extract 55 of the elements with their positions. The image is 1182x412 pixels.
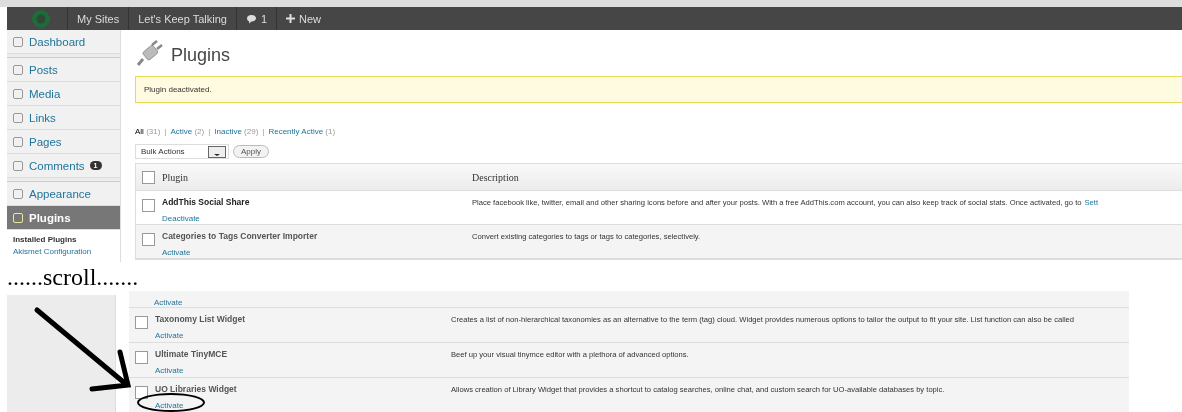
menu-icon xyxy=(12,135,24,148)
caret-icon xyxy=(208,145,226,158)
column-header: Plugin xyxy=(162,171,190,183)
new-link[interactable]: New xyxy=(276,7,331,30)
separator: | xyxy=(262,127,265,136)
menu-icon xyxy=(12,63,24,76)
separator: | xyxy=(164,127,167,136)
column-header: Description xyxy=(472,171,519,183)
logo-icon[interactable] xyxy=(31,8,51,29)
sidebar-item[interactable]: Plugins xyxy=(7,206,120,230)
sidebar-item[interactable]: Links xyxy=(7,106,120,130)
page-title: Plugins xyxy=(171,44,231,66)
plugin-name: AddThis Social Share xyxy=(162,197,251,207)
separator: | xyxy=(208,127,211,136)
menu-icon xyxy=(12,159,24,172)
sidebar-item[interactable]: Pages xyxy=(7,130,120,154)
comments-link[interactable]: 1 xyxy=(235,7,277,30)
site-name-link[interactable]: Let's Keep Talking xyxy=(128,7,236,30)
filter-link[interactable]: Inactive (29) xyxy=(214,127,259,136)
checkbox[interactable] xyxy=(135,316,148,329)
plugin-action-link[interactable]: Activate xyxy=(162,248,191,257)
filter-link[interactable]: Active (2) xyxy=(170,127,205,136)
submenu-link[interactable]: Installed Plugins xyxy=(13,234,120,246)
checkbox[interactable] xyxy=(135,351,148,364)
sidebar-item[interactable]: Media xyxy=(7,82,120,106)
apply-button[interactable]: Apply xyxy=(233,145,269,158)
checkbox[interactable] xyxy=(142,233,155,246)
submenu-link[interactable]: Akismet Configuration xyxy=(13,246,120,258)
filter-link[interactable]: All (31) xyxy=(135,127,161,136)
filter-link[interactable]: Recently Active (1) xyxy=(268,127,336,136)
checkbox[interactable] xyxy=(142,199,155,212)
plugin-action-link[interactable]: Activate xyxy=(155,331,184,340)
sidebar-item[interactable]: Posts xyxy=(7,57,120,82)
plugin-action-link[interactable]: Activate xyxy=(155,401,184,410)
plugin-name: Ultimate TinyMCE xyxy=(155,349,229,359)
menu-icon xyxy=(12,35,24,48)
notice-text: Plugin deactivated. xyxy=(144,85,212,94)
plugin-action-link[interactable]: Activate xyxy=(155,366,184,375)
checkbox[interactable] xyxy=(135,386,148,399)
plus-icon xyxy=(286,14,296,23)
checkbox[interactable] xyxy=(142,170,155,184)
sidebar-item[interactable]: Appearance xyxy=(7,181,120,206)
plugin-action-link[interactable]: Activate xyxy=(154,298,183,307)
speech-bubble-icon xyxy=(245,13,257,24)
menu-icon xyxy=(12,87,24,100)
plugin-action-link[interactable]: Deactivate xyxy=(162,214,200,223)
sidebar-item[interactable]: Dashboard xyxy=(7,30,120,54)
plugin-name: UO Libraries Widget xyxy=(155,384,238,394)
plugin-name: Categories to Tags Converter Importer xyxy=(162,231,319,241)
menu-icon xyxy=(12,187,24,200)
menu-icon xyxy=(12,111,24,124)
plugin-name: Taxonomy List Widget xyxy=(155,314,246,324)
annotation-text: ......scroll....... xyxy=(7,263,140,292)
bulk-actions-dropdown[interactable]: Bulk Actions xyxy=(135,144,229,159)
menu-icon xyxy=(12,211,24,224)
